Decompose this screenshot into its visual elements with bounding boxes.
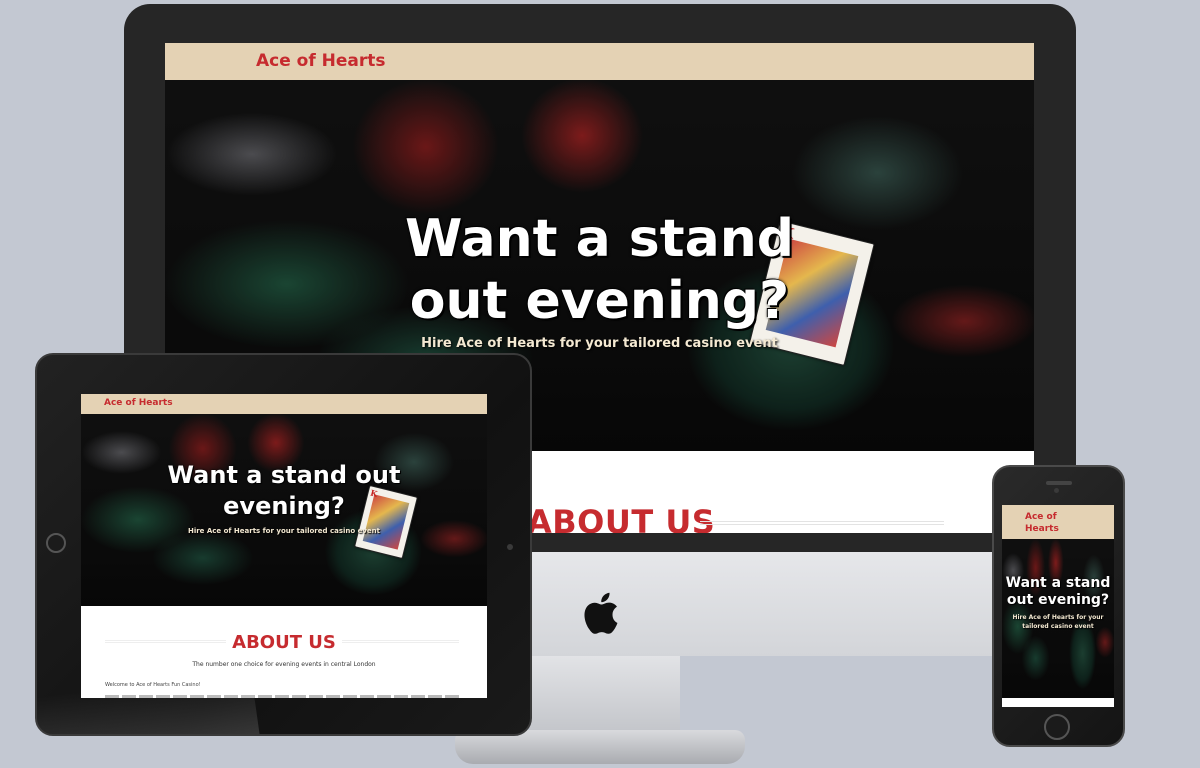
ipad-home-button-icon <box>46 533 66 553</box>
brand-logo-link[interactable]: Ace of Hearts <box>1025 511 1085 535</box>
site-navbar: Ace of Hearts <box>165 43 1034 80</box>
hero-subtitle: Hire Ace of Hearts for your tailored cas… <box>187 527 381 535</box>
about-section: ABOUT US The number one choice for eveni… <box>81 606 487 698</box>
about-subtitle: The number one choice for evening events… <box>192 661 376 668</box>
brand-logo-link[interactable]: Ace of Hearts <box>256 51 386 71</box>
imac-stand <box>530 656 680 736</box>
about-title: ABOUT US <box>226 632 342 653</box>
site-navbar: Ace of Hearts <box>81 394 487 414</box>
about-title: ABOUT US <box>527 503 716 533</box>
iphone-camera-icon <box>1054 488 1059 493</box>
ipad-screen: Ace of Hearts K Want a stand out evening… <box>81 394 487 698</box>
hero-section: Want a stand out evening? Hire Ace of He… <box>1002 539 1114 698</box>
about-divider <box>700 521 944 525</box>
hero-subtitle: Hire Ace of Hearts for your tailored cas… <box>1012 614 1104 630</box>
hero-title: Want a stand out evening? <box>167 461 401 520</box>
site-navbar: Ace of Hearts <box>1002 505 1114 539</box>
about-welcome-text: Welcome to Ace of Hearts Fun Casino! <box>105 682 201 688</box>
ipad-camera-icon <box>507 544 513 550</box>
hero-title: Want a stand out evening? <box>1005 575 1111 608</box>
apple-logo-icon <box>584 592 618 634</box>
hero-title: Want a stand out evening? <box>405 209 794 331</box>
brand-logo-link[interactable]: Ace of Hearts <box>104 398 173 408</box>
iphone-screen: Ace of Hearts Want a stand out evening? … <box>1002 505 1114 707</box>
iphone-speaker-icon <box>1046 481 1072 485</box>
about-paragraph-text <box>105 695 459 698</box>
hero-section: K Want a stand out evening? Hire Ace of … <box>81 414 487 606</box>
hero-subtitle: Hire Ace of Hearts for your tailored cas… <box>421 336 778 351</box>
about-title-wrap: ABOUT US <box>81 632 487 653</box>
iphone-home-button-icon <box>1044 714 1070 740</box>
